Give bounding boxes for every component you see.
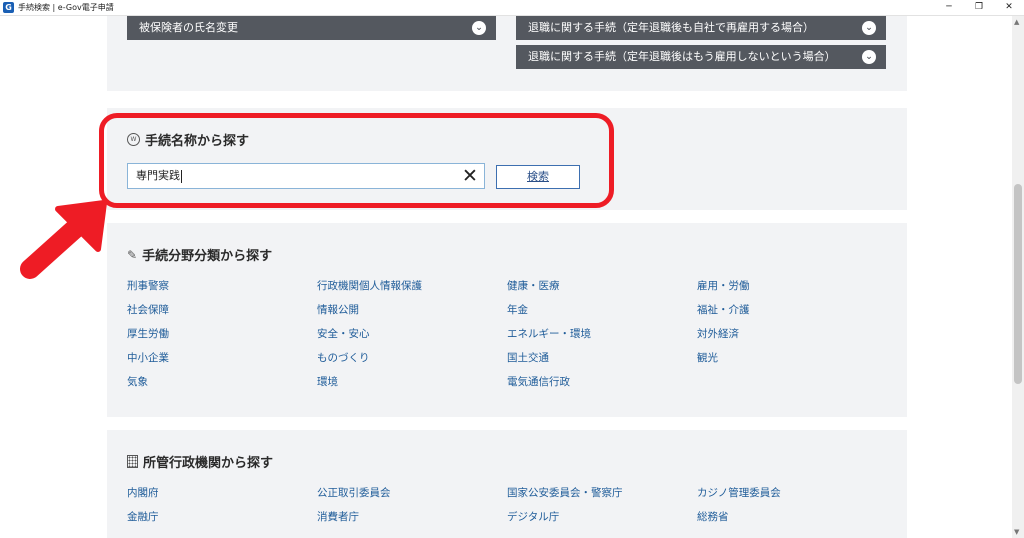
app-logo-icon: G	[3, 2, 14, 13]
window-titlebar: G 手続検索 | e-Gov電子申請 ─ ❐ ✕	[0, 0, 1024, 16]
scroll-up-icon[interactable]: ▲	[1014, 18, 1019, 26]
field-link[interactable]: エネルギー・環境	[507, 326, 591, 341]
agency-link[interactable]: 総務省	[697, 509, 729, 524]
agency-link[interactable]: デジタル庁	[507, 509, 559, 524]
procedure-button-label: 退職に関する手続（定年退職後はもう雇用しないという場合）	[528, 50, 836, 63]
field-link[interactable]: 気象	[127, 374, 148, 389]
window-title: 手続検索 | e-Gov電子申請	[18, 3, 114, 12]
close-window-icon[interactable]: ✕	[994, 0, 1024, 15]
field-link[interactable]: 刑事警察	[127, 278, 169, 293]
agency-link[interactable]: 金融庁	[127, 509, 159, 524]
field-link[interactable]: 観光	[697, 350, 718, 365]
field-section-title: ✎ 手続分野分類から探す	[127, 245, 273, 265]
procedure-button-label: 退職に関する手続（定年退職後も自社で再雇用する場合）	[528, 21, 814, 34]
restore-icon[interactable]: ❐	[964, 0, 994, 15]
field-link[interactable]: 福祉・介護	[697, 302, 750, 317]
procedure-button-retirement-no-rehire[interactable]: 退職に関する手続（定年退職後はもう雇用しないという場合） ⌄	[516, 45, 886, 69]
field-link[interactable]: ものづくり	[317, 350, 370, 365]
search-by-agency-panel: 所管行政機関から探す 内閣府 金融庁 公正取引委員会 消費者庁 国家公安委員会・…	[107, 430, 907, 538]
agency-link[interactable]: カジノ管理委員会	[697, 485, 781, 500]
field-link[interactable]: 電気通信行政	[507, 374, 570, 389]
procedure-list-panel: 被保険者の氏名変更 ⌄ 退職に関する手続（定年退職後も自社で再雇用する場合） ⌄…	[107, 16, 907, 91]
field-link[interactable]: 環境	[317, 374, 338, 389]
page-viewport: 被保険者の氏名変更 ⌄ 退職に関する手続（定年退職後も自社で再雇用する場合） ⌄…	[0, 16, 1012, 538]
agency-link[interactable]: 国家公安委員会・警察庁	[507, 485, 623, 500]
agency-link[interactable]: 消費者庁	[317, 509, 359, 524]
field-link[interactable]: 雇用・労働	[697, 278, 750, 293]
field-link[interactable]: 安全・安心	[317, 326, 370, 341]
agency-link[interactable]: 内閣府	[127, 485, 159, 500]
chevron-down-icon: ⌄	[472, 21, 486, 35]
chevron-down-icon: ⌄	[862, 50, 876, 64]
field-link[interactable]: 年金	[507, 302, 528, 317]
field-link[interactable]: 社会保障	[127, 302, 169, 317]
vertical-scrollbar[interactable]: ▲ ▼	[1012, 16, 1024, 538]
highlight-annotation-box	[99, 113, 614, 208]
field-link[interactable]: 厚生労働	[127, 326, 169, 341]
chevron-down-icon: ⌄	[862, 21, 876, 35]
procedure-button-name-change[interactable]: 被保険者の氏名変更 ⌄	[127, 16, 496, 40]
field-link[interactable]: 健康・医療	[507, 278, 560, 293]
field-link[interactable]: 対外経済	[697, 326, 739, 341]
search-by-field-panel: ✎ 手続分野分類から探す 刑事警察 社会保障 厚生労働 中小企業 気象 行政機関…	[107, 223, 907, 417]
agency-section-title: 所管行政機関から探す	[127, 452, 273, 471]
scroll-down-icon[interactable]: ▼	[1014, 528, 1019, 536]
window-controls: ─ ❐ ✕	[934, 0, 1024, 15]
field-section-title-text: 手続分野分類から探す	[142, 249, 273, 264]
pointer-arrow-icon	[20, 200, 107, 279]
scrollbar-thumb[interactable]	[1014, 184, 1022, 384]
field-link[interactable]: 情報公開	[317, 302, 359, 317]
procedure-button-retirement-rehire[interactable]: 退職に関する手続（定年退職後も自社で再雇用する場合） ⌄	[516, 16, 886, 40]
pencil-icon: ✎	[127, 247, 138, 262]
field-link[interactable]: 行政機関個人情報保護	[317, 278, 422, 293]
agency-section-title-text: 所管行政機関から探す	[143, 456, 274, 471]
procedure-button-label: 被保険者の氏名変更	[139, 21, 238, 34]
minimize-icon[interactable]: ─	[934, 0, 964, 15]
building-icon	[127, 455, 138, 468]
field-link[interactable]: 中小企業	[127, 350, 169, 365]
field-link[interactable]: 国土交通	[507, 350, 549, 365]
agency-link[interactable]: 公正取引委員会	[317, 485, 391, 500]
